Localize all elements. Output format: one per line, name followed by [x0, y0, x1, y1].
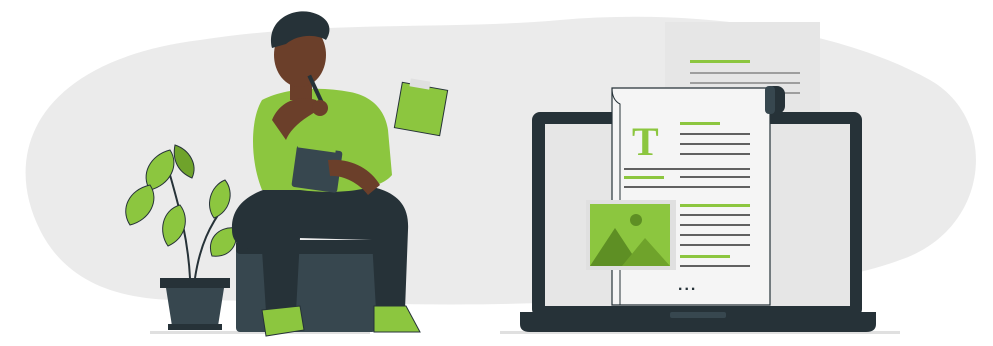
pot: [166, 288, 224, 326]
writer-illustration: T ...: [25, 11, 976, 337]
pot-rim: [160, 278, 230, 288]
document-ellipsis: ...: [678, 277, 697, 294]
person-shoe-right: [373, 305, 421, 333]
illustration-stage: T ...: [0, 0, 993, 346]
text-icon: T: [632, 119, 659, 164]
stool: [236, 240, 376, 332]
image-placeholder-icon: [586, 200, 676, 270]
person-shoe-left: [261, 305, 305, 337]
document-letter: T: [632, 119, 659, 164]
document-scroll: T ...: [611, 86, 785, 306]
laptop-notch: [670, 312, 726, 318]
